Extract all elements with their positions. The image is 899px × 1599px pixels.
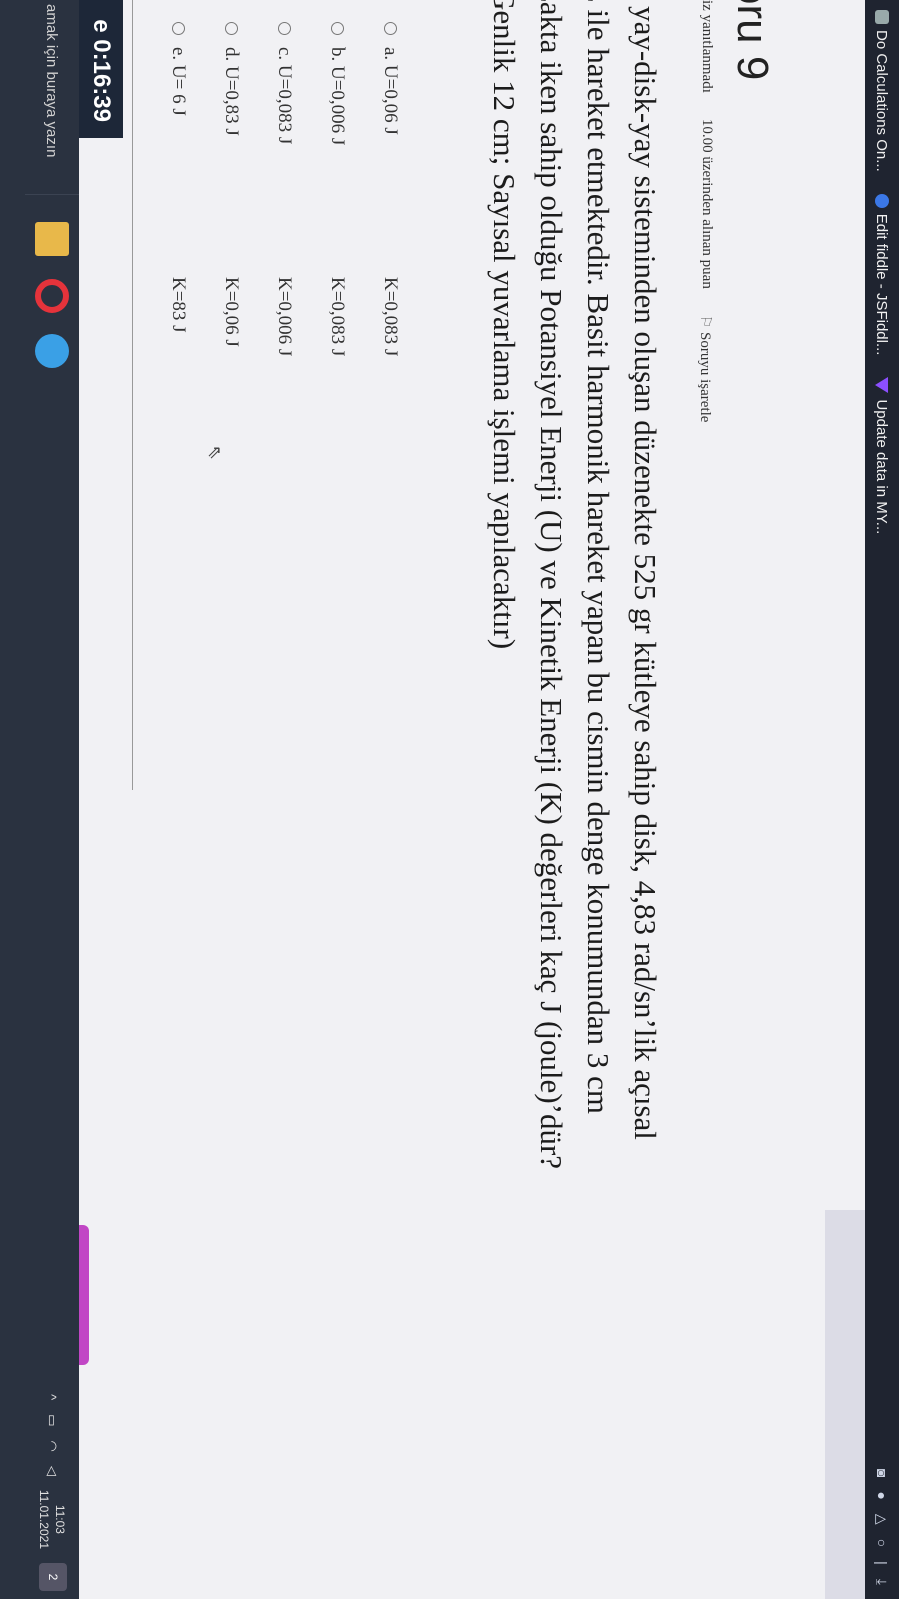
answer-u: e. U= 6 J	[168, 47, 190, 116]
radio-button[interactable]	[225, 22, 238, 35]
question-text: r yay-disk-yay sisteminden oluşan düzene…	[481, 0, 669, 1599]
quiz-timer: e 0:16:39	[79, 0, 123, 138]
flag-label: Soruyu işaretle	[697, 332, 713, 423]
flag-icon: ⚐	[697, 314, 713, 329]
bookmark-label: Do Calculations On...	[873, 30, 891, 172]
vuetify-icon	[875, 377, 889, 394]
circle-icon[interactable]: ○	[874, 1539, 891, 1547]
grid-icon	[875, 10, 889, 24]
warning-icon[interactable]: △	[874, 1514, 891, 1525]
answer-option-d[interactable]: d. U=0,83 J K=0,06 J	[205, 22, 258, 356]
notification-count: 2	[46, 1573, 60, 1581]
quiz-page: oru 9 iz yanıtlanmadı 10.00 üzerinden al…	[43, 0, 865, 1599]
answer-u: a. U=0,06 J	[380, 47, 402, 135]
question-title: oru 9	[728, 0, 777, 81]
system-tray: ^ ▭ ◠ ◁ 11:03 11.01.2021	[25, 1394, 79, 1549]
radio-button[interactable]	[172, 22, 185, 35]
question-status: iz yanıtlanmadı	[699, 0, 715, 93]
wifi-icon[interactable]: ◠	[44, 1440, 60, 1451]
question-info: iz yanıtlanmadı 10.00 üzerinden alınan p…	[696, 0, 715, 422]
answer-option-c[interactable]: c. U=0,083 J K=0,006 J	[258, 22, 311, 356]
volume-icon[interactable]: ◁	[44, 1466, 60, 1476]
radio-button[interactable]	[331, 22, 344, 35]
file-explorer-icon[interactable]	[35, 222, 69, 256]
taskbar-search-box[interactable]: amak için buraya yazın	[25, 0, 79, 195]
bookmark-label: Edit fiddle - JSFiddl...	[873, 213, 891, 356]
mouse-cursor-icon: ⇖	[205, 445, 225, 461]
answer-option-b[interactable]: b. U=0,006 J K=0,083 J	[311, 22, 364, 356]
divider-icon: |	[874, 1561, 891, 1565]
question-points: 10.00 üzerinden alınan puan	[699, 118, 715, 289]
answer-options: a. U=0,06 J K=0,083 J b. U=0,006 J K=0,0…	[152, 22, 417, 356]
camera-icon[interactable]: ◙	[874, 1469, 891, 1477]
battery-icon[interactable]: ▭	[44, 1414, 60, 1426]
bookmark-jsfiddle[interactable]: Edit fiddle - JSFiddl...	[873, 193, 891, 356]
question-text-line: zakta iken sahip olduğu Potansiyel Enerj…	[534, 0, 569, 1170]
answer-k: K=0,06 J	[221, 277, 243, 347]
taskbar-clock[interactable]: 11:03 11.01.2021	[36, 1490, 68, 1549]
answer-k: K=0,083 J	[380, 277, 402, 357]
opera-icon[interactable]	[35, 279, 69, 313]
browser-extension-icons: ◙ ● △ ○ | ⤓	[874, 1469, 891, 1599]
bookmark-update-data[interactable]: Update data in MY...	[874, 377, 891, 534]
answer-option-e[interactable]: e. U= 6 J K=83 J	[152, 22, 205, 356]
answer-k: K=0,083 J	[327, 277, 349, 357]
divider	[132, 0, 133, 790]
download-icon[interactable]: ⤓	[874, 1579, 891, 1585]
radio-button[interactable]	[278, 22, 291, 35]
windows-taskbar: amak için buraya yazın ^ ▭ ◠ ◁ 11:03 11.…	[0, 0, 79, 1599]
notification-center-icon[interactable]: 2	[39, 1563, 67, 1591]
jsfiddle-icon	[875, 193, 889, 208]
photographed-screen: Do Calculations On... Edit fiddle - JSFi…	[0, 0, 899, 1599]
answer-u: d. U=0,83 J	[221, 47, 243, 136]
bookmark-do-calculations[interactable]: Do Calculations On...	[874, 10, 891, 172]
answer-u: c. U=0,083 J	[274, 47, 296, 145]
flag-question-link[interactable]: ⚐ Soruyu işaretle	[696, 315, 715, 423]
bookmarks-bar: Do Calculations On... Edit fiddle - JSFi…	[865, 0, 899, 1599]
header-strip	[825, 1210, 865, 1599]
clock-time: 11:03	[53, 1504, 67, 1534]
answer-option-a[interactable]: a. U=0,06 J K=0,083 J	[364, 22, 417, 356]
answer-u: b. U=0,006 J	[327, 47, 349, 146]
answer-k: K=83 J	[168, 277, 190, 333]
answer-k: K=0,006 J	[274, 277, 296, 357]
bookmark-label: Update data in MY...	[873, 399, 891, 535]
edge-icon[interactable]	[35, 334, 69, 368]
extension-icon[interactable]: ●	[874, 1491, 891, 1499]
chevron-up-icon[interactable]: ^	[45, 1394, 60, 1400]
question-text-line: Genlik 12 cm; Sayısal yuvarlama işlemi y…	[487, 0, 522, 650]
clock-date: 11.01.2021	[37, 1489, 51, 1549]
radio-button[interactable]	[384, 22, 397, 35]
question-text-line: r yay-disk-yay sisteminden oluşan düzene…	[628, 0, 663, 1140]
question-text-line: z ile hareket etmektedir. Basit harmonik…	[581, 0, 616, 1114]
